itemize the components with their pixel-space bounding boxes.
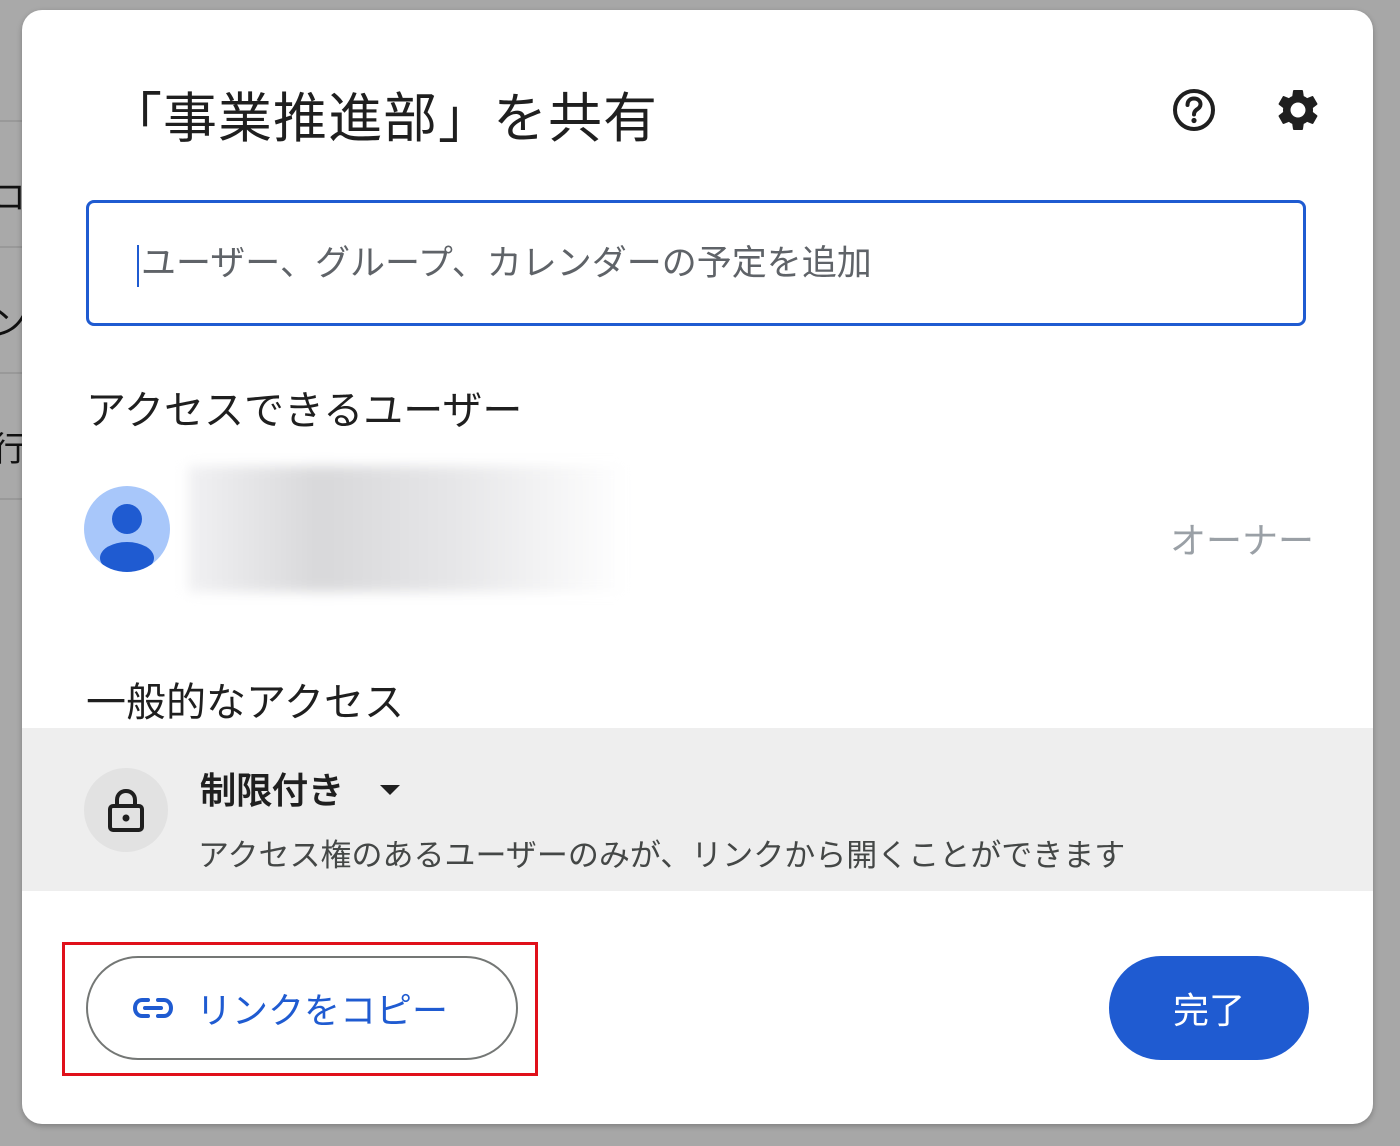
share-input-container[interactable] (86, 200, 1306, 326)
help-button[interactable] (1164, 80, 1224, 140)
copy-link-button[interactable]: リンクをコピー (86, 956, 518, 1060)
access-description: アクセス権のあるユーザーのみが、リンクから開くことができます (198, 838, 1126, 874)
access-level-dropdown[interactable]: 制限付き (200, 762, 401, 814)
dropdown-arrow-icon (380, 785, 401, 795)
share-dialog: 「事業推進部」を共有 アクセスできるユーザー オーナー 一般的なアクセス (22, 10, 1373, 1124)
lock-icon (108, 788, 144, 832)
lock-icon-container (84, 768, 168, 852)
settings-button[interactable] (1268, 80, 1328, 140)
access-level-label: 制限付き (200, 771, 345, 812)
owner-role-label: オーナー (1169, 521, 1314, 562)
general-access-heading: 一般的なアクセス (86, 680, 404, 726)
done-button[interactable]: 完了 (1109, 956, 1309, 1060)
gear-icon (1278, 90, 1318, 130)
dialog-title: 「事業推進部」を共有 (108, 87, 658, 150)
person-icon (100, 504, 154, 572)
help-circle-icon (1173, 89, 1215, 131)
general-access-panel: 制限付き アクセス権のあるユーザーのみが、リンクから開くことができます (22, 728, 1373, 891)
user-row: オーナー (84, 466, 1314, 592)
blurred-user-name (188, 466, 628, 592)
add-people-input[interactable] (139, 223, 1273, 305)
copy-link-label: リンクをコピー (196, 991, 449, 1032)
link-icon (132, 998, 174, 1018)
people-with-access-heading: アクセスできるユーザー (86, 388, 523, 434)
avatar (84, 486, 170, 572)
